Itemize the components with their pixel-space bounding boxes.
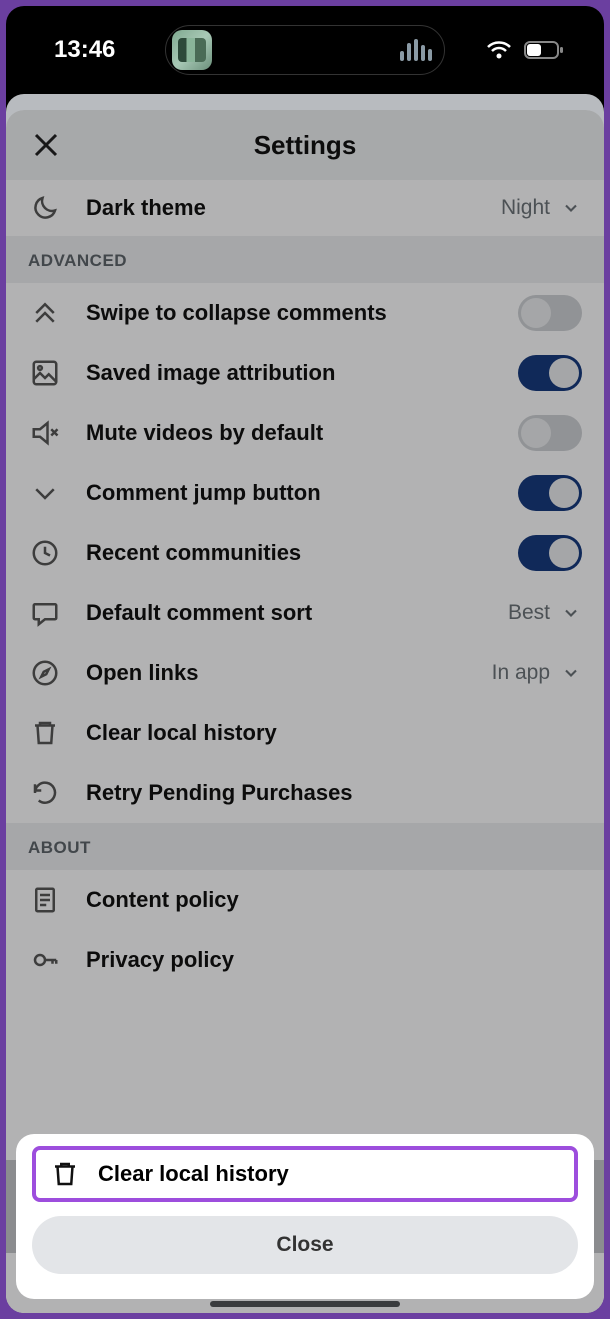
row-saved-image-attribution[interactable]: Saved image attribution [6,343,604,403]
row-label: Swipe to collapse comments [86,300,518,326]
chevron-double-up-icon [28,296,62,330]
row-label: Comment jump button [86,480,518,506]
compass-icon [28,656,62,690]
row-label: Dark theme [86,195,501,221]
row-privacy-policy[interactable]: Privacy policy [6,930,604,990]
action-clear-local-history[interactable]: Clear local history [32,1146,578,1202]
action-sheet: Clear local history Close [16,1134,594,1299]
close-button[interactable]: Close [32,1216,578,1274]
row-label: Open links [86,660,492,686]
status-bar: 13:46 [6,6,604,94]
dynamic-island [165,25,445,75]
speaker-mute-icon [28,416,62,450]
settings-sheet: Settings Dark theme Night ADVANCED Swi [6,94,604,1313]
reload-icon [28,776,62,810]
now-playing-app-icon [172,30,212,70]
row-label: Privacy policy [86,947,582,973]
row-value: In app [492,661,550,685]
row-label: Saved image attribution [86,360,518,386]
close-button-label: Close [276,1233,333,1257]
toggle-comment-jump[interactable] [518,475,582,511]
chevron-down-icon [560,662,582,684]
action-label: Clear local history [98,1161,562,1187]
document-icon [28,883,62,917]
row-default-comment-sort[interactable]: Default comment sort Best [6,583,604,643]
comment-icon [28,596,62,630]
row-swipe-collapse[interactable]: Swipe to collapse comments [6,283,604,343]
row-dark-theme[interactable]: Dark theme Night [6,180,604,236]
row-comment-jump[interactable]: Comment jump button [6,463,604,523]
row-label: Clear local history [86,720,582,746]
page-title: Settings [254,130,357,161]
row-label: Default comment sort [86,600,508,626]
row-open-links[interactable]: Open links In app [6,643,604,703]
home-indicator[interactable] [210,1301,400,1307]
section-header-about: ABOUT [6,823,604,870]
key-icon [28,943,62,977]
toggle-saved-attribution[interactable] [518,355,582,391]
close-icon[interactable] [28,127,64,163]
image-icon [28,356,62,390]
chevron-down-icon [560,602,582,624]
trash-icon [28,716,62,750]
row-content-policy[interactable]: Content policy [6,870,604,930]
toggle-recent-communities[interactable] [518,535,582,571]
toggle-swipe-collapse[interactable] [518,295,582,331]
status-clock: 13:46 [54,36,115,64]
moon-icon [28,191,62,225]
row-label: Retry Pending Purchases [86,780,582,806]
wifi-icon [486,40,512,60]
chevron-down-icon [28,476,62,510]
row-mute-videos[interactable]: Mute videos by default [6,403,604,463]
row-label: Mute videos by default [86,420,518,446]
audio-waveform-icon [400,39,432,61]
battery-icon [524,40,564,60]
row-value: Night [501,196,550,220]
row-label: Content policy [86,887,582,913]
chevron-down-icon [560,197,582,219]
section-header-advanced: ADVANCED [6,236,604,283]
trash-icon [48,1157,82,1191]
row-label: Recent communities [86,540,518,566]
row-clear-local-history[interactable]: Clear local history [6,703,604,763]
row-retry-purchases[interactable]: Retry Pending Purchases [6,763,604,823]
clock-icon [28,536,62,570]
toggle-mute-videos[interactable] [518,415,582,451]
settings-header: Settings [6,110,604,180]
row-value: Best [508,601,550,625]
row-recent-communities[interactable]: Recent communities [6,523,604,583]
